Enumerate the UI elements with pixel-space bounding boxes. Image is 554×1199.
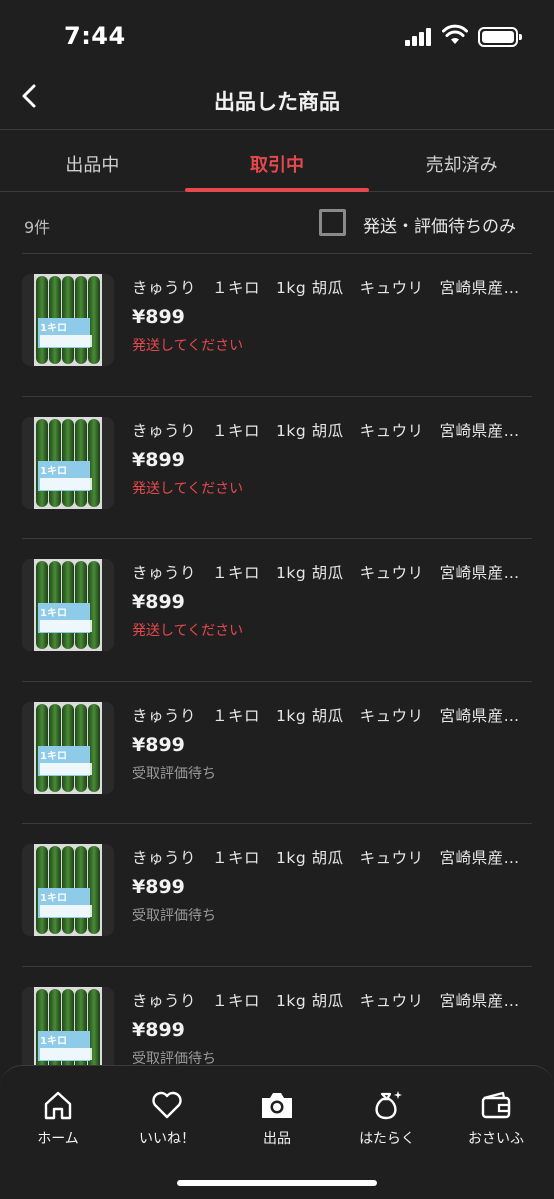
thumbnail-tag-text: 1キロ xyxy=(40,1035,67,1047)
home-indicator xyxy=(177,1180,377,1186)
pending-only-label[interactable]: 発送・評価待ちのみ xyxy=(363,212,516,237)
item-price: ¥899 xyxy=(132,448,185,471)
thumbnail-tag-text: 1キロ xyxy=(40,893,67,904)
item-name: きゅうり １キロ 1kg 胡瓜 キュウリ 宮崎県産… xyxy=(132,279,520,297)
pending-only-checkbox[interactable] xyxy=(319,209,346,236)
item-price: ¥899 xyxy=(132,733,185,756)
transaction-list: 1キロ きゅうり １キロ 1kg 胡瓜 キュウリ 宮崎県産… ¥899 発送してくださ… xyxy=(22,253,532,1108)
list-item[interactable]: 1キロ きゅうり １キロ 1kg 胡瓜 キュウリ 宮崎県産… ¥899 受取評価待ち xyxy=(22,823,532,966)
item-count: 9件 xyxy=(24,218,51,237)
item-name: きゅうり １キロ 1kg 胡瓜 キュウリ 宮崎県産… xyxy=(132,991,520,1010)
product-thumbnail[interactable]: 1キロ xyxy=(22,274,114,366)
tab-in-progress[interactable]: 取引中 xyxy=(184,131,370,192)
thumbnail-tag-text: 1キロ xyxy=(40,608,67,619)
home-icon xyxy=(44,1091,72,1120)
status-bar: 7:44 xyxy=(0,0,554,70)
item-info: きゅうり １キロ 1kg 胡瓜 キュウリ 宮崎県産… ¥899 受取評価待ち xyxy=(132,989,532,1068)
tab-listing[interactable]: 出品中 xyxy=(0,131,185,191)
tab-bar: 出品中 取引中 売却済み xyxy=(0,131,554,192)
product-thumbnail[interactable]: 1キロ xyxy=(22,844,114,936)
filter-row: 9件 発送・評価待ちのみ xyxy=(0,193,554,253)
item-status: 受取評価待ち xyxy=(132,908,216,924)
thumbnail-tag-strip xyxy=(40,905,92,917)
item-status: 受取評価待ち xyxy=(132,765,216,782)
product-thumbnail[interactable]: 1キロ xyxy=(22,559,114,651)
thumbnail-tag-strip xyxy=(40,335,92,347)
nav-header: 出品した商品 xyxy=(0,70,554,130)
item-info: きゅうり １キロ 1kg 胡瓜 キュウリ 宮崎県産… ¥899 発送してください xyxy=(132,276,532,355)
product-thumbnail[interactable]: 1キロ xyxy=(22,416,114,509)
thumbnail-tag-strip xyxy=(40,477,92,490)
list-item[interactable]: 1キロ きゅうり １キロ 1kg 胡瓜 キュウリ 宮崎県産… ¥899 発送してくださ… xyxy=(22,395,532,539)
item-info: きゅうり １キロ 1kg 胡瓜 キュウリ 宮崎県産… ¥899 受取評価待ち xyxy=(132,704,532,783)
product-photo: 1キロ xyxy=(34,416,102,509)
cellular-signal-icon xyxy=(405,28,433,46)
list-item[interactable]: 1キロ きゅうり １キロ 1kg 胡瓜 キュウリ 宮崎県産… ¥899 発送してくださ… xyxy=(22,538,532,681)
list-item[interactable]: 1キロ きゅうり １キロ 1kg 胡瓜 キュウリ 宮崎県産… ¥899 受取評価待ち xyxy=(22,680,532,824)
nav-likes-label: いいね！ xyxy=(139,1131,195,1147)
item-status: 発送してください xyxy=(132,338,244,354)
item-price: ¥899 xyxy=(132,1018,185,1041)
item-info: きゅうり １キロ 1kg 胡瓜 キュウリ 宮崎県産… ¥899 受取評価待ち xyxy=(132,846,532,925)
thumbnail-tag-text: 1キロ xyxy=(40,465,67,477)
wifi-icon xyxy=(442,24,468,44)
thumbnail-tag-strip xyxy=(40,762,92,775)
item-status: 発送してください xyxy=(132,480,244,497)
thumbnail-tag-text: 1キロ xyxy=(40,323,67,334)
camera-icon xyxy=(262,1093,292,1118)
item-price: ¥899 xyxy=(132,876,185,898)
product-photo: 1キロ xyxy=(34,844,102,936)
money-bag-icon xyxy=(375,1091,402,1120)
wallet-icon xyxy=(481,1091,511,1119)
product-photo: 1キロ xyxy=(34,274,102,366)
product-photo: 1キロ xyxy=(34,559,102,651)
nav-home[interactable]: ホーム xyxy=(8,1088,108,1148)
nav-work[interactable]: はたらく xyxy=(337,1088,437,1148)
nav-wallet-label: おさいふ xyxy=(468,1131,524,1147)
page-title: 出品した商品 xyxy=(214,90,340,114)
item-status: 発送してください xyxy=(132,623,244,639)
nav-home-label: ホーム xyxy=(37,1131,79,1147)
item-info: きゅうり １キロ 1kg 胡瓜 キュウリ 宮崎県産… ¥899 発送してください xyxy=(132,561,532,640)
bottom-nav: ホーム いいね！ 出品 はたらく おさいふ xyxy=(0,1065,554,1199)
nav-wallet[interactable]: おさいふ xyxy=(446,1088,546,1148)
nav-likes[interactable]: いいね！ xyxy=(117,1088,217,1148)
item-price: ¥899 xyxy=(132,591,185,613)
thumbnail-tag-strip xyxy=(40,1047,92,1060)
thumbnail-tag-strip xyxy=(40,620,92,632)
nav-sell-label: 出品 xyxy=(263,1131,291,1147)
nav-sell[interactable]: 出品 xyxy=(227,1088,327,1148)
item-price: ¥899 xyxy=(132,306,185,328)
item-name: きゅうり １キロ 1kg 胡瓜 キュウリ 宮崎県産… xyxy=(132,421,520,440)
tab-sold[interactable]: 売却済み xyxy=(369,131,554,191)
product-photo: 1キロ xyxy=(34,701,102,794)
battery-icon xyxy=(478,27,522,47)
status-time: 7:44 xyxy=(64,22,126,50)
product-thumbnail[interactable]: 1キロ xyxy=(22,701,114,794)
item-name: きゅうり １キロ 1kg 胡瓜 キュウリ 宮崎県産… xyxy=(132,706,520,725)
item-info: きゅうり １キロ 1kg 胡瓜 キュウリ 宮崎県産… ¥899 発送してください xyxy=(132,419,532,498)
heart-icon xyxy=(152,1091,182,1119)
item-name: きゅうり １キロ 1kg 胡瓜 キュウリ 宮崎県産… xyxy=(132,849,520,867)
nav-work-label: はたらく xyxy=(359,1131,415,1147)
list-item[interactable]: 1キロ きゅうり １キロ 1kg 胡瓜 キュウリ 宮崎県産… ¥899 発送してくださ… xyxy=(22,253,532,396)
item-name: きゅうり １キロ 1kg 胡瓜 キュウリ 宮崎県産… xyxy=(132,564,520,582)
thumbnail-tag-text: 1キロ xyxy=(40,750,67,762)
